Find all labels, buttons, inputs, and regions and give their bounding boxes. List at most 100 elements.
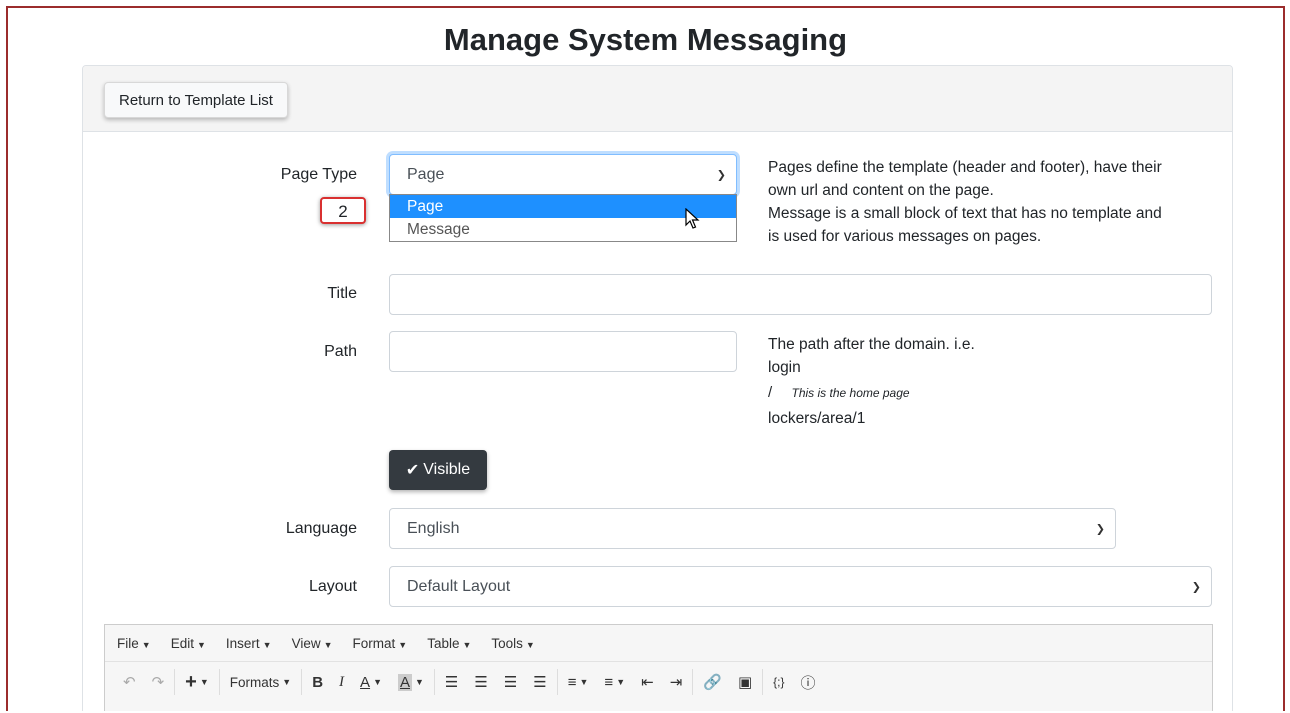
caret-down-icon: ▼ [282, 677, 292, 687]
page-type-help-line: Message is a small block of text that ha… [768, 205, 1162, 222]
numbered-list-icon: ≡ [604, 673, 614, 691]
help-icon[interactable]: ⓘ [793, 668, 824, 696]
formats-label: Formats [229, 674, 280, 690]
path-example-home-row: / This is the home page [768, 379, 1168, 407]
menu-tools[interactable]: Tools ▼ [491, 636, 534, 651]
layout-select[interactable]: Default Layout ❯ [389, 566, 1212, 607]
bullet-list-icon: ≡ [567, 673, 577, 691]
path-example-login: login [768, 359, 801, 376]
menu-format[interactable]: Format ▼ [353, 636, 408, 651]
caret-down-icon: ▼ [398, 639, 408, 650]
image-icon[interactable]: ▣ [730, 668, 760, 696]
bold-icon[interactable]: B [304, 668, 331, 696]
toolbar-divider [433, 669, 435, 695]
home-page-note: This is the home page [791, 386, 910, 400]
chevron-down-icon: ❯ [1191, 581, 1201, 593]
caret-down-icon: ▼ [141, 639, 151, 650]
page-type-help-line: Pages define the template (header and fo… [768, 159, 1162, 176]
undo-icon[interactable]: ↶ [115, 668, 144, 696]
text-color-button[interactable]: A ▼ [352, 668, 390, 696]
page-type-selected-value: Page [407, 165, 445, 183]
page-type-help-line: own url and content on the page. [768, 182, 994, 199]
visible-button-label: Visible [423, 461, 471, 478]
page-type-help: Pages define the template (header and fo… [768, 156, 1228, 248]
editor-toolbar: ↶ ↷ + ▼ Formats ▼ B I A ▼ A ▼ ☰ ☰ ☰ ☰ ≡ ▼ ≡ ▼ … [105, 662, 1212, 702]
checkmark-icon: ✔ [405, 462, 420, 479]
caret-down-icon: ▼ [415, 677, 424, 687]
language-selected-value: English [407, 519, 460, 537]
layout-selected-value: Default Layout [407, 577, 511, 595]
caret-down-icon: ▼ [616, 677, 626, 687]
menu-file-label: File [117, 635, 139, 651]
path-help-intro: The path after the domain. i.e. [768, 336, 975, 353]
menu-view-label: View [291, 635, 321, 651]
card-header: Return to Template List [83, 66, 1232, 132]
plus-icon: + [185, 670, 197, 693]
caret-down-icon: ▼ [323, 639, 333, 650]
layout-label: Layout [308, 578, 357, 595]
caret-down-icon: ▼ [262, 639, 272, 650]
title-input[interactable] [389, 274, 1212, 315]
toolbar-divider [692, 669, 694, 695]
toolbar-divider [218, 669, 220, 695]
menu-insert-label: Insert [225, 635, 260, 651]
language-select[interactable]: English ❯ [389, 508, 1116, 549]
menu-format-label: Format [352, 635, 396, 651]
caret-down-icon: ▼ [199, 677, 209, 687]
align-right-icon[interactable]: ☰ [496, 668, 525, 696]
background-color-button[interactable]: A ▼ [390, 668, 432, 696]
page-type-select[interactable]: Page ❯ [389, 154, 737, 195]
path-example-root: / [768, 384, 773, 401]
page-type-help-line: is used for various messages on pages. [768, 228, 1042, 245]
align-left-icon[interactable]: ☰ [437, 668, 466, 696]
visible-toggle-button[interactable]: ✔ Visible [389, 450, 487, 490]
return-to-template-list-button[interactable]: Return to Template List [104, 82, 288, 118]
rich-text-editor: File ▼ Edit ▼ Insert ▼ View ▼ Format ▼ Table ▼… [104, 624, 1213, 711]
page-type-label: Page Type [280, 166, 357, 183]
menu-insert[interactable]: Insert ▼ [226, 636, 272, 651]
text-color-icon: A [360, 673, 371, 691]
menu-table-label: Table [427, 635, 460, 651]
chevron-down-icon: ❯ [1095, 523, 1105, 535]
language-label: Language [285, 520, 357, 537]
indent-icon[interactable]: ⇥ [662, 668, 691, 696]
formats-dropdown[interactable]: Formats ▼ [222, 668, 299, 696]
caret-down-icon: ▼ [373, 677, 382, 687]
menu-tools-label: Tools [491, 635, 523, 651]
bullet-list-button[interactable]: ≡ ▼ [560, 668, 597, 696]
align-center-icon[interactable]: ☰ [466, 668, 495, 696]
step-number-badge: 2 [320, 197, 366, 224]
menu-file[interactable]: File ▼ [117, 636, 151, 651]
path-input[interactable] [389, 331, 737, 372]
italic-icon[interactable]: I [331, 668, 352, 696]
menu-edit[interactable]: Edit ▼ [171, 636, 206, 651]
toolbar-divider [762, 669, 764, 695]
caret-down-icon: ▼ [579, 677, 589, 687]
path-label: Path [324, 343, 357, 360]
menu-edit-label: Edit [170, 635, 194, 651]
caret-down-icon: ▼ [525, 639, 535, 650]
path-help: The path after the domain. i.e. login / … [768, 333, 1168, 430]
redo-icon[interactable]: ↷ [144, 668, 173, 696]
toolbar-divider [556, 669, 558, 695]
align-justify-icon[interactable]: ☰ [525, 668, 554, 696]
numbered-list-button[interactable]: ≡ ▼ [596, 668, 633, 696]
menu-table[interactable]: Table ▼ [427, 636, 471, 651]
outdent-icon[interactable]: ⇤ [633, 668, 662, 696]
menu-view[interactable]: View ▼ [292, 636, 333, 651]
editor-menubar: File ▼ Edit ▼ Insert ▼ View ▼ Format ▼ Table ▼… [105, 625, 1212, 662]
screenshot-frame: Manage System Messaging Return to Templa… [6, 6, 1285, 711]
page-title: Manage System Messaging [443, 22, 848, 57]
caret-down-icon: ▼ [196, 639, 206, 650]
link-icon[interactable]: 🔗 [695, 668, 730, 696]
title-label: Title [327, 285, 357, 302]
path-example-lockers: lockers/area/1 [768, 410, 866, 427]
insert-plus-button[interactable]: + ▼ [177, 668, 217, 696]
background-color-icon: A [397, 673, 412, 691]
toolbar-divider [301, 669, 303, 695]
mouse-pointer-icon [685, 207, 701, 235]
chevron-down-icon: ❯ [716, 169, 726, 181]
caret-down-icon: ▼ [462, 639, 472, 650]
code-icon[interactable]: {;} [765, 668, 792, 696]
toolbar-divider [174, 669, 176, 695]
